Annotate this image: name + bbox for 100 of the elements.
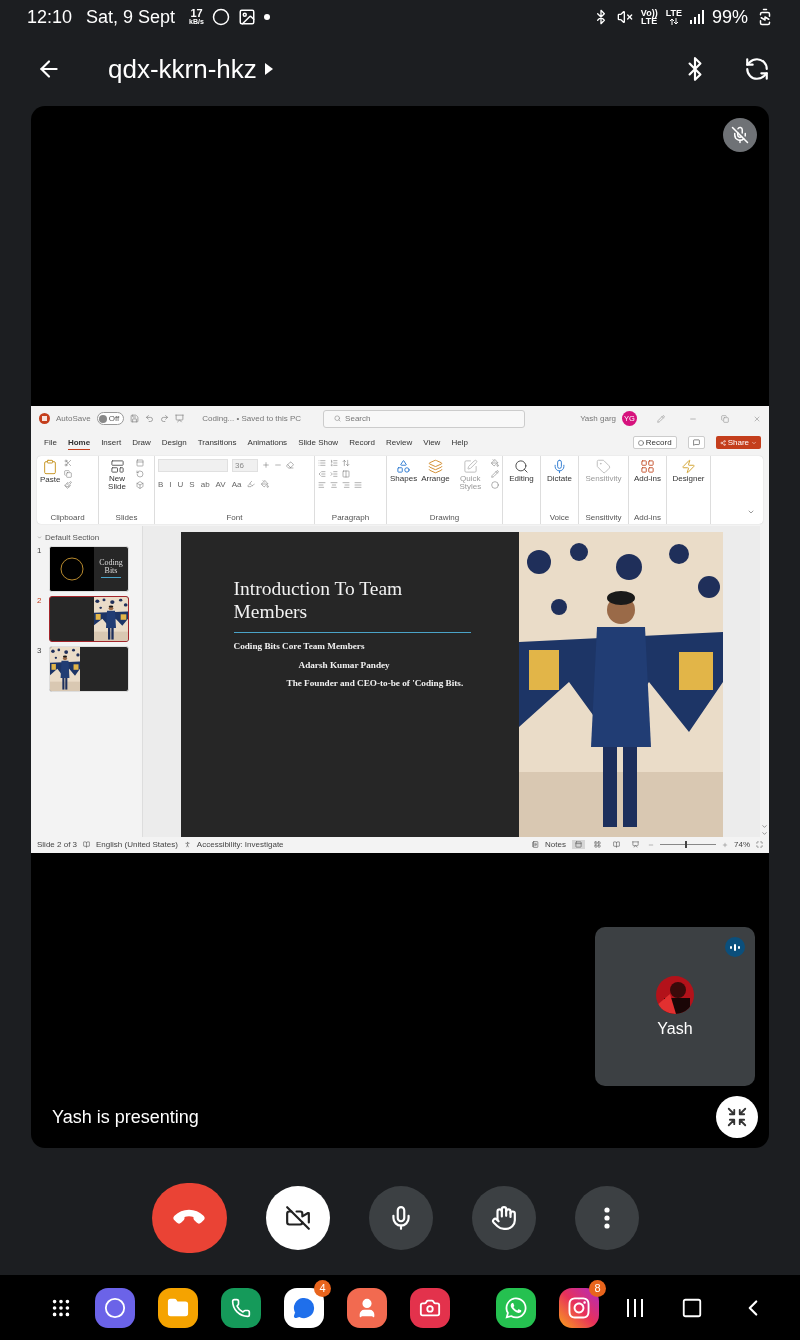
ribbon-tab[interactable]: Record [349,435,375,450]
copy-icon[interactable] [64,469,73,478]
clear-format-icon[interactable] [286,461,294,469]
ribbon-tab[interactable]: Animations [247,435,288,450]
document-title[interactable]: Coding... • Saved to this PC [202,414,302,423]
app-icon[interactable] [496,1287,536,1328]
ribbon-tab[interactable]: View [423,435,441,450]
app-icon[interactable] [221,1287,261,1328]
outdent-icon[interactable] [318,469,326,478]
paintbrush-icon[interactable] [64,480,73,489]
app-icon[interactable] [347,1287,387,1328]
layout-icon[interactable] [136,458,144,467]
editing-button[interactable]: Editing [509,458,534,484]
zoom-out-icon[interactable] [648,841,654,848]
scroll-down-icon[interactable] [761,822,768,830]
notes-button[interactable]: Notes [545,840,566,849]
align-left-icon[interactable] [318,480,326,489]
app-icon[interactable] [158,1287,198,1328]
fit-icon[interactable] [756,841,763,848]
ribbon-tab[interactable]: Insert [101,435,122,450]
grow-font-icon[interactable] [262,461,270,469]
format-button[interactable]: AV [215,479,226,489]
section-title[interactable]: Default Section [45,532,100,542]
numbering-icon[interactable] [330,458,338,467]
lightning-icon [681,458,696,474]
format-button[interactable]: Aa [231,479,242,489]
new-slide-button[interactable]: New Slide [102,458,132,493]
justify-icon[interactable] [354,480,362,489]
paste-button[interactable]: Paste [40,458,61,485]
record-icon [637,439,644,446]
meeting-code[interactable]: qdx-kkrn-hkz [108,53,257,85]
next-slide-icon[interactable] [761,829,768,837]
align-right-icon[interactable] [342,480,350,489]
view-button[interactable] [572,840,585,849]
ribbon-tab[interactable]: Design [161,435,187,450]
switch-camera-icon[interactable] [744,56,770,82]
shapes-button[interactable]: Shapes [390,458,418,484]
highlighter-icon[interactable] [247,480,256,488]
record-button[interactable]: Record [632,436,677,449]
ribbon-tab[interactable]: File [44,435,57,450]
font-name-field[interactable] [158,458,228,472]
phone-icon [231,1297,251,1318]
shrink-font-icon[interactable] [274,461,282,469]
home-button[interactable] [681,1296,703,1319]
save-icon[interactable] [130,414,140,423]
app-icon[interactable] [410,1287,450,1328]
undo-icon[interactable] [145,414,155,423]
language[interactable]: English (United States) [96,840,178,849]
slide-number: 2 [37,595,43,607]
format-button[interactable]: U [177,479,184,489]
redo-icon[interactable] [160,414,170,423]
ribbon-tab[interactable]: Home [67,435,91,450]
accessibility-status[interactable]: Accessibility: Investigate [196,840,284,849]
align-center-icon[interactable] [330,480,338,489]
app-icon[interactable] [95,1287,135,1328]
effects-icon[interactable] [491,480,499,489]
presentation-icon[interactable] [175,414,185,423]
ribbon-tab[interactable]: Help [451,435,468,450]
columns-icon[interactable] [342,469,350,478]
zoom-in-icon[interactable] [722,841,728,848]
dictate-button[interactable]: Dictate [547,458,572,484]
recents-button[interactable] [626,1297,644,1318]
slide-thumbnail[interactable] [49,595,129,642]
view-button[interactable] [629,840,642,849]
close-icon[interactable] [753,414,761,423]
ribbon-tab[interactable]: Slide Show [298,435,339,450]
format-button[interactable]: I [169,479,172,489]
share-button[interactable]: Share [715,436,761,449]
ribbon-tab[interactable]: Draw [132,435,151,450]
ribbon-tab[interactable]: Review [385,435,413,450]
comments-button[interactable] [687,436,705,449]
outline-icon[interactable] [491,469,499,478]
restore-icon[interactable] [721,414,729,423]
view-button[interactable] [610,840,623,849]
group-label: Paragraph [330,512,371,522]
presenting-label: Yash is presenting [52,1107,199,1128]
pen-icon[interactable] [657,414,665,423]
zoom-level[interactable]: 74% [734,840,750,849]
autosave-toggle[interactable]: Off [96,412,125,425]
network-speed: 17 [190,8,203,19]
fill-icon[interactable] [491,458,499,467]
collapse-button[interactable] [716,1096,758,1138]
caret-icon [751,439,757,446]
slide-thumbnail[interactable]: Coding Bits [49,545,129,592]
scissors-icon[interactable] [64,458,73,467]
format-button[interactable]: ab [200,479,210,489]
add-ins-button[interactable]: Add-ins [633,458,662,484]
search-field[interactable]: Search [323,409,526,428]
bullets-icon[interactable] [318,458,326,467]
line-spacing-icon[interactable] [342,458,350,467]
format-button[interactable]: S [189,479,195,489]
ribbon-tab[interactable]: Transitions [197,435,237,450]
font-color-icon[interactable] [261,480,270,488]
section-icon[interactable] [136,480,144,489]
reset-icon[interactable] [136,469,144,478]
format-button[interactable]: B [158,479,164,489]
view-button[interactable] [591,840,604,849]
indent-icon[interactable] [330,469,338,478]
arrange-button[interactable]: Arrange [421,458,450,484]
designer-button[interactable]: Designer [672,458,705,484]
